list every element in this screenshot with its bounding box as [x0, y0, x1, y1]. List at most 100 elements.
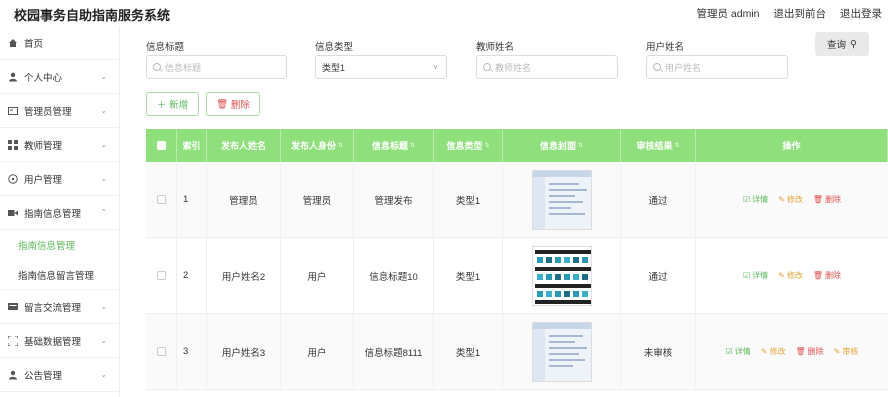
- op-label: 删除: [807, 347, 824, 356]
- cell-publisher: 管理员: [207, 162, 281, 237]
- sidebar-item-admins[interactable]: 管理员管理 ⌄: [0, 94, 119, 128]
- col-publisher[interactable]: 发布人姓名: [207, 129, 281, 162]
- compass-icon: [8, 173, 18, 184]
- sidebar-item-label: 教师管理: [24, 140, 63, 152]
- cell-status: 通过: [621, 238, 696, 313]
- plus-icon: ＋: [156, 100, 170, 111]
- filter-user-label: 用户姓名: [646, 42, 685, 53]
- op-label: 修改: [786, 195, 803, 204]
- col-actions: 操作: [696, 129, 888, 162]
- row-checkbox[interactable]: [146, 162, 177, 237]
- sort-icon: ⇅: [409, 143, 416, 149]
- col-label: 审核结果: [636, 141, 673, 151]
- current-user-label: 管理员 admin: [696, 8, 760, 20]
- table-row: 2 用户姓名2 用户 信息标题10 类型1 通过 ☑ 详情 ✎ 修改 🗑 删除: [146, 238, 888, 314]
- cell-title: 信息标题8111: [354, 314, 434, 389]
- detail-button[interactable]: ☑ 详情: [726, 346, 751, 357]
- frontend-link[interactable]: 退出到前台: [774, 6, 827, 21]
- sidebar-item-users[interactable]: 用户管理 ⌄: [0, 162, 119, 196]
- chevron-up-icon: ⌃: [100, 208, 107, 217]
- user-icon: [8, 370, 18, 380]
- filter-type-label: 信息类型: [315, 42, 354, 53]
- col-cover[interactable]: 信息封面 ⇅: [503, 129, 621, 162]
- top-bar: 校园事务自助指南服务系统 管理员 admin 退出到前台 退出登录: [0, 0, 888, 26]
- edit-button[interactable]: ✎ 修改: [778, 270, 803, 281]
- edit-button[interactable]: ✎ 修改: [778, 194, 803, 205]
- cell-cover: [503, 162, 621, 237]
- edit-icon: ✎: [778, 271, 785, 280]
- cell-type: 类型1: [434, 314, 503, 389]
- op-label: 删除: [825, 271, 842, 280]
- cell-type: 类型1: [434, 162, 503, 237]
- type-select[interactable]: 类型1 ∨: [315, 55, 447, 79]
- chevron-down-icon: ⌄: [100, 302, 107, 311]
- search-icon: [153, 63, 161, 71]
- logout-link[interactable]: 退出登录: [840, 6, 882, 21]
- delete-button[interactable]: 🗑 删除: [813, 270, 841, 281]
- select-all-checkbox[interactable]: [146, 129, 177, 162]
- op-label: 审核: [842, 347, 859, 356]
- detail-icon: ☑: [742, 271, 751, 280]
- table-header: 索引 发布人姓名 发布人身份 ⇅ 信息标题 ⇅ 信息类型 ⇅ 信息封面 ⇅ 审核结果 ⇅ …: [146, 129, 888, 162]
- col-role[interactable]: 发布人身份 ⇅: [281, 129, 354, 162]
- add-button[interactable]: ＋ 新增: [146, 92, 199, 116]
- query-button[interactable]: 查询 ⚲: [815, 32, 869, 56]
- cell-status: 未审核: [621, 314, 696, 389]
- sidebar-item-messages[interactable]: 留言交流管理 ⌄: [0, 290, 119, 324]
- sidebar-item-profile[interactable]: 个人中心 ⌄: [0, 60, 119, 94]
- col-title[interactable]: 信息标题 ⇅: [354, 129, 434, 162]
- col-status[interactable]: 审核结果 ⇅: [621, 129, 696, 162]
- cell-index: 1: [177, 162, 207, 237]
- sidebar: 首页 个人中心 ⌄ 管理员管理 ⌄ 教师管理 ⌄ 用户管理 ⌄ 指南信息管理 ⌃…: [0, 26, 120, 397]
- cell-role: 用户: [281, 238, 354, 313]
- table-row: 3 用户姓名3 用户 信息标题8111 类型1 未审核 ☑ 详情 ✎ 修改 🗑 …: [146, 314, 888, 390]
- row-checkbox[interactable]: [146, 314, 177, 389]
- sidebar-item-basic-data[interactable]: 基础数据管理 ⌄: [0, 324, 119, 358]
- title-search-input[interactable]: 信息标题: [146, 55, 287, 79]
- audit-button[interactable]: ✎ 审核: [834, 346, 859, 357]
- sidebar-item-label: 基础数据管理: [24, 336, 82, 348]
- filter-title-label: 信息标题: [146, 42, 185, 53]
- audit-icon: ✎: [833, 347, 841, 356]
- edit-button[interactable]: ✎ 修改: [761, 346, 786, 357]
- cell-actions: ☑ 详情 ✎ 修改 🗑 删除: [696, 238, 888, 313]
- user-search-input[interactable]: 用户姓名: [646, 55, 788, 79]
- chevron-down-icon: ⌄: [100, 370, 107, 379]
- cell-actions: ☑ 详情 ✎ 修改 🗑 删除 ✎ 审核: [696, 314, 888, 389]
- row-checkbox[interactable]: [146, 238, 177, 313]
- col-type[interactable]: 信息类型 ⇅: [434, 129, 503, 162]
- delete-button[interactable]: 🗑 删除: [813, 194, 841, 205]
- sidebar-item-label: 管理员管理: [24, 106, 72, 118]
- detail-button[interactable]: ☑ 详情: [743, 194, 768, 205]
- teacher-search-input[interactable]: 教师姓名: [476, 55, 618, 79]
- batch-delete-button[interactable]: 🗑 删除: [206, 92, 260, 116]
- user-icon: [8, 72, 18, 82]
- delete-button-label: 删除: [230, 100, 250, 111]
- cell-type: 类型1: [434, 238, 503, 313]
- cover-image[interactable]: [531, 245, 592, 306]
- sidebar-subitem-guide-info[interactable]: 指南信息管理: [0, 230, 119, 260]
- cell-cover: [503, 314, 621, 389]
- user-search-placeholder: 用户姓名: [665, 62, 702, 73]
- sidebar-item-guides[interactable]: 指南信息管理 ⌃: [0, 196, 119, 230]
- teacher-search-placeholder: 教师姓名: [495, 62, 532, 73]
- cell-index: 2: [177, 238, 207, 313]
- delete-button[interactable]: 🗑 删除: [796, 346, 824, 357]
- sidebar-item-teachers[interactable]: 教师管理 ⌄: [0, 128, 119, 162]
- sidebar-item-label: 留言交流管理: [24, 302, 82, 314]
- table-row: 1 管理员 管理员 管理发布 类型1 通过 ☑ 详情 ✎ 修改 🗑 删除: [146, 162, 888, 238]
- sidebar-item-home[interactable]: 首页: [0, 26, 119, 60]
- col-label: 信息封面: [539, 141, 576, 151]
- op-label: 删除: [825, 195, 842, 204]
- sidebar-item-label: 个人中心: [24, 72, 63, 84]
- sidebar-subitem-guide-comments[interactable]: 指南信息留言管理: [0, 260, 119, 290]
- cell-publisher: 用户姓名2: [207, 238, 281, 313]
- filter-teacher-label: 教师姓名: [476, 42, 515, 53]
- sidebar-item-notices[interactable]: 公告管理 ⌄: [0, 358, 119, 392]
- cover-image[interactable]: [531, 169, 592, 230]
- cover-image[interactable]: [531, 321, 592, 382]
- chevron-down-icon: ⌄: [100, 140, 107, 149]
- frame-icon: [8, 335, 18, 346]
- detail-button[interactable]: ☑ 详情: [743, 270, 768, 281]
- sidebar-item-label: 首页: [24, 38, 44, 50]
